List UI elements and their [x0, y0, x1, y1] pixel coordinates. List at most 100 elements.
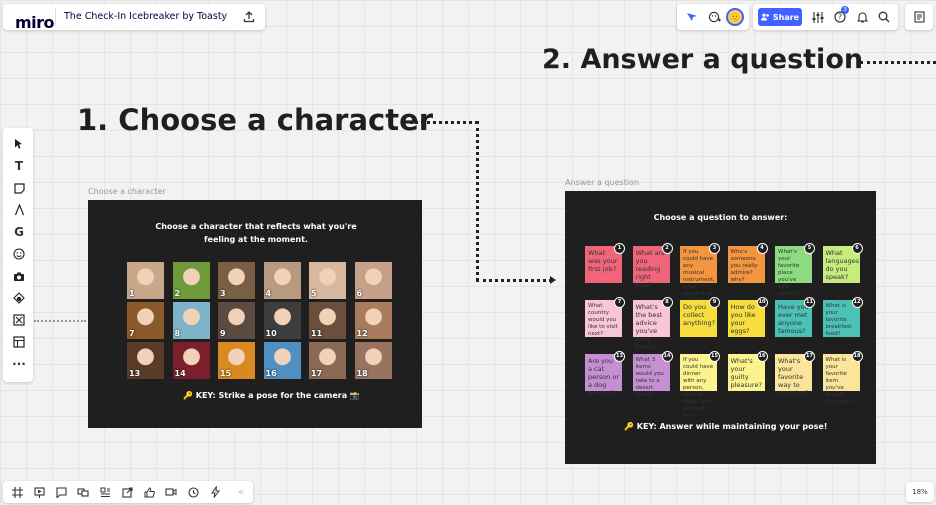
frame-choose-character[interactable]: Choose a character that reflects what yo…	[88, 200, 422, 428]
character-number: 3	[220, 289, 226, 298]
character-photo[interactable]: 16	[263, 342, 301, 379]
character-photo[interactable]: 2	[172, 262, 210, 299]
connector-arrow-icon	[550, 276, 556, 284]
character-photo[interactable]: 7	[127, 302, 164, 339]
question-sticky-note[interactable]: Who's someone you really admire? why? 4	[727, 243, 768, 283]
character-photo[interactable]: 1	[127, 262, 164, 299]
avatar[interactable]: 🙂	[726, 8, 744, 26]
character-photo[interactable]: 12	[354, 302, 392, 339]
settings-sliders-icon[interactable]	[809, 8, 827, 26]
character-number: 10	[265, 329, 277, 338]
question-number: 6	[851, 243, 863, 254]
svg-text:?: ?	[838, 13, 842, 22]
character-photo[interactable]: 3	[218, 262, 255, 299]
character-number: 11	[311, 329, 323, 338]
question-sticky-note[interactable]: What's your favorite place you've ever v…	[775, 243, 815, 297]
question-text: How do you like your eggs?	[730, 303, 756, 335]
bell-icon[interactable]	[853, 8, 871, 26]
share-button[interactable]: Share	[758, 8, 802, 26]
share-screen-icon[interactable]	[116, 481, 138, 503]
pen-icon[interactable]	[3, 200, 35, 220]
help-icon[interactable]: ? 3	[831, 6, 849, 26]
question-sticky-note[interactable]: What's the best advice you've ever heard…	[632, 297, 673, 351]
timer-icon[interactable]	[182, 481, 204, 503]
presentation-icon[interactable]	[28, 481, 50, 503]
step1-heading: 1. Choose a character	[77, 103, 434, 137]
text-tool-icon[interactable]: T	[3, 156, 35, 176]
bottom-toolbar: «	[3, 481, 253, 503]
like-icon[interactable]	[138, 481, 160, 503]
collapse-icon[interactable]: «	[230, 481, 252, 503]
character-number: 12	[356, 329, 368, 338]
question-sticky-note[interactable]: Have you ever met anyone famous? 11	[775, 297, 815, 337]
frame2-label[interactable]: Answer a question	[565, 178, 639, 187]
frames-icon[interactable]	[6, 481, 28, 503]
camera-icon[interactable]	[3, 266, 35, 286]
layout-icon[interactable]	[3, 332, 35, 352]
character-number: 18	[356, 369, 368, 378]
question-sticky-note[interactable]: If you could have any musical instrument…	[680, 243, 720, 304]
character-photo[interactable]: 17	[309, 342, 346, 379]
character-photo[interactable]: 15	[218, 342, 255, 379]
question-sticky-note[interactable]: What was your first job? 1	[585, 243, 625, 283]
character-photo[interactable]: 14	[172, 342, 210, 379]
question-sticky-note[interactable]: What languages do you speak? 6	[822, 243, 863, 283]
question-sticky-note[interactable]: What are you reading right now? 2	[632, 243, 673, 289]
search-icon[interactable]	[875, 8, 893, 26]
frame-tool-icon[interactable]	[3, 310, 35, 330]
frame1-label[interactable]: Choose a character	[88, 187, 166, 196]
sticky-note-icon[interactable]	[3, 178, 35, 198]
more-icon[interactable]: ···	[3, 354, 35, 374]
video-icon[interactable]	[160, 481, 182, 503]
shape-icon[interactable]	[3, 288, 35, 308]
character-photo[interactable]: 4	[263, 262, 301, 299]
add-reaction-icon[interactable]	[705, 8, 723, 26]
star-icon[interactable]: ☆	[216, 8, 230, 26]
select-cursor-icon[interactable]	[3, 134, 35, 154]
question-number: 3	[709, 243, 720, 254]
character-photo[interactable]: 10	[263, 302, 301, 339]
question-sticky-note[interactable]: What's your favorite way to exercise? 17	[775, 351, 815, 397]
question-sticky-note[interactable]: What's your guilty pleasure? 16	[727, 351, 768, 391]
board-title[interactable]: The Check-In Icebreaker by Toasty	[64, 11, 227, 22]
question-text: What's the best advice you've ever heard…	[635, 303, 663, 351]
frame2-title: Choose a question to answer:	[653, 213, 788, 222]
question-number: 2	[661, 243, 673, 254]
question-text: If you could have dinner with any person…	[683, 357, 714, 419]
video-chat-icon[interactable]	[72, 481, 94, 503]
question-sticky-note[interactable]: What is your favorite item you've bought…	[822, 351, 863, 405]
miro-logo[interactable]: miro	[15, 13, 55, 32]
connector-line-v	[476, 121, 479, 281]
question-sticky-note[interactable]: If you could have dinner with any person…	[680, 351, 720, 419]
collab-toolbar-left: 🙂	[677, 4, 749, 30]
character-photo[interactable]: 6	[354, 262, 392, 299]
question-number: 7	[614, 297, 625, 308]
character-photo[interactable]: 13	[127, 342, 164, 379]
zoom-indicator[interactable]: 18%	[906, 482, 934, 502]
character-number: 1	[129, 289, 135, 298]
comment-icon[interactable]	[50, 481, 72, 503]
question-number: 8	[661, 297, 673, 308]
question-sticky-note[interactable]: Are you a cat person or a dog person? 13	[585, 351, 625, 397]
lightning-icon[interactable]	[204, 481, 226, 503]
upload-icon[interactable]	[240, 8, 258, 26]
character-photo[interactable]: 8	[172, 302, 210, 339]
character-photo[interactable]: 11	[309, 302, 346, 339]
question-sticky-note[interactable]: What 3 items would you take to a desert …	[632, 351, 673, 398]
question-sticky-note[interactable]: Do you collect anything? 9	[680, 297, 720, 337]
question-text: Are you a cat person or a dog person?	[588, 357, 619, 397]
emoji-icon[interactable]	[3, 244, 35, 264]
question-sticky-note[interactable]: How do you like your eggs? 10	[727, 297, 768, 337]
character-number: 6	[356, 289, 363, 298]
character-photo[interactable]: 5	[309, 262, 346, 299]
character-photo[interactable]: 18	[354, 342, 392, 379]
question-sticky-note[interactable]: What country would you like to visit nex…	[585, 297, 625, 337]
question-text: Have you ever met anyone famous?	[778, 303, 809, 335]
cards-icon[interactable]	[94, 481, 116, 503]
question-sticky-note[interactable]: What is your favorite breakfast food? 12	[822, 297, 863, 337]
google-icon[interactable]: G	[3, 222, 35, 242]
frame-answer-question[interactable]: Choose a question to answer: What was yo…	[565, 191, 876, 464]
cursor-reaction-icon[interactable]	[683, 8, 701, 26]
character-photo[interactable]: 9	[218, 302, 255, 339]
notes-panel-toggle[interactable]	[905, 4, 933, 30]
